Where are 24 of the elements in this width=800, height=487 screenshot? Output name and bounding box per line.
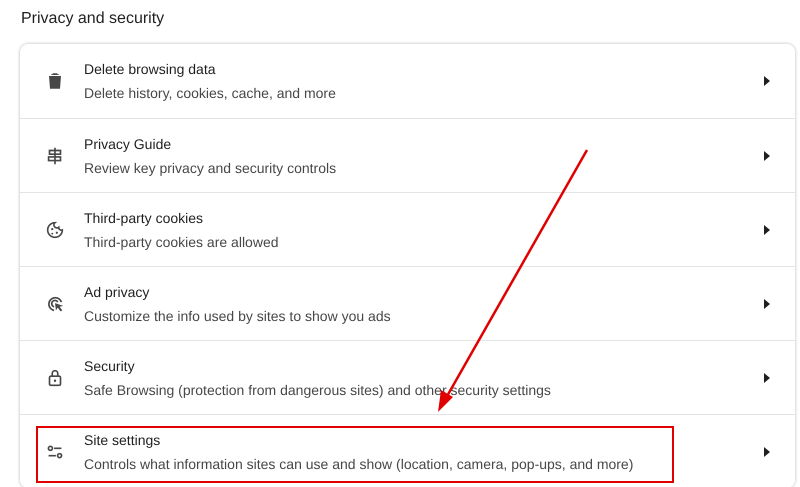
row-title: Third-party cookies — [84, 208, 204, 226]
row-subtitle: Safe Browsing (protection from dangerous sites) and other security settings — [84, 380, 552, 398]
chevron-right-icon — [764, 224, 770, 234]
row-subtitle: Review key privacy and security controls — [84, 158, 338, 176]
chevron-right-icon — [764, 76, 770, 86]
settings-row[interactable]: Third-party cookies Third-party cookies are allowed — [20, 192, 795, 266]
settings-row[interactable]: Privacy Guide Review key privacy and security controls — [20, 118, 795, 192]
row-title: Privacy Guide — [84, 134, 172, 152]
chevron-right-icon — [764, 298, 770, 308]
settings-row[interactable]: Ad privacy Customize the info used by sites to show you ads — [20, 266, 795, 340]
row-subtitle: Delete history, cookies, cache, and more — [84, 84, 337, 102]
settings-row[interactable]: Delete browsing data Delete history, cookies, cache, and more — [20, 44, 795, 118]
chevron-right-icon — [764, 372, 770, 382]
row-title: Site settings — [84, 430, 162, 448]
row-subtitle: Customize the info used by sites to show you ads — [84, 306, 392, 324]
chevron-right-icon — [764, 446, 770, 456]
section-title: Privacy and security — [21, 9, 164, 29]
row-title: Security — [84, 356, 136, 374]
row-subtitle: Controls what information sites can use and show (location, camera, pop-ups, and more) — [84, 454, 634, 472]
row-title: Ad privacy — [84, 282, 150, 300]
row-subtitle: Third-party cookies are allowed — [84, 232, 280, 250]
chevron-right-icon — [764, 150, 770, 160]
settings-row[interactable]: Site settings Controls what information sites can use and show (location, camera, pop-ups, and more) — [20, 414, 795, 487]
row-title: Delete browsing data — [84, 60, 217, 78]
